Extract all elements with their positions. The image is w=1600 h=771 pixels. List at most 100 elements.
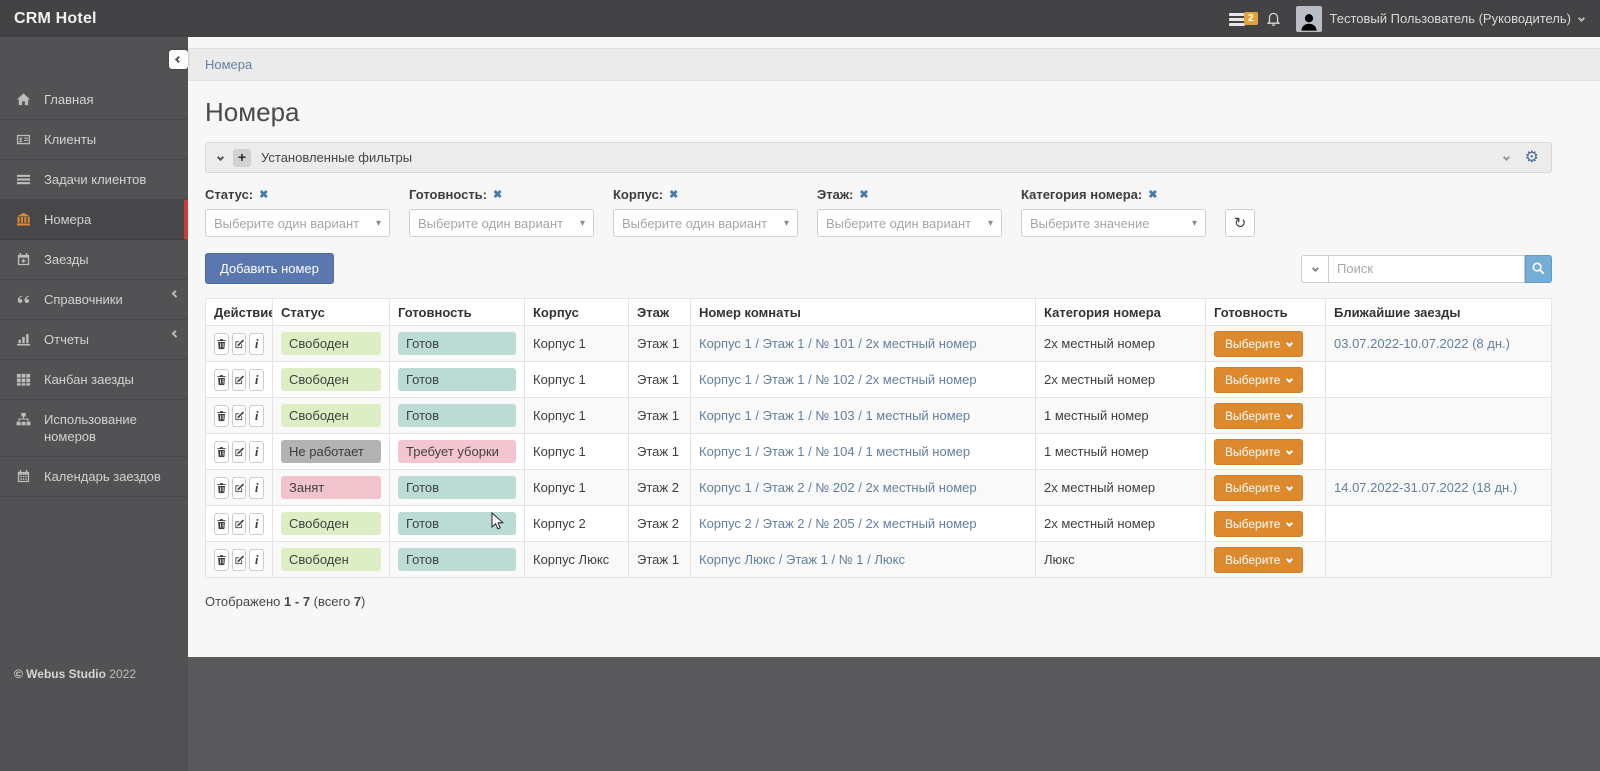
chevron-down-icon[interactable]	[1502, 153, 1510, 162]
readiness-select-button[interactable]: Выберите	[1214, 366, 1304, 393]
search-input[interactable]	[1329, 254, 1525, 283]
info-icon: i	[254, 371, 259, 387]
room-link[interactable]: Корпус 1 / Этаж 1 / № 104 / 1 местный но…	[699, 444, 970, 459]
sidebar-item[interactable]: Использование номеров	[0, 400, 188, 457]
column-header[interactable]: Статус	[272, 298, 390, 326]
info-button[interactable]: i	[249, 512, 265, 535]
column-header[interactable]: Этаж	[628, 298, 691, 326]
edit-button[interactable]	[231, 440, 247, 463]
info-button[interactable]: i	[249, 332, 265, 355]
readiness-select-button[interactable]: Выберите	[1214, 474, 1304, 501]
readiness-cell: Готов	[389, 325, 525, 362]
readiness-select-button[interactable]: Выберите	[1214, 510, 1304, 537]
sidebar-item[interactable]: Задачи клиентов	[0, 160, 188, 200]
room-link[interactable]: Корпус 1 / Этаж 1 / № 103 / 1 местный но…	[699, 408, 970, 423]
rooms-table: Действие Статус Готовность Корпус Этаж Н…	[205, 298, 1552, 578]
column-header[interactable]: Корпус	[524, 298, 629, 326]
breadcrumb-link[interactable]: Номера	[205, 57, 252, 72]
column-header[interactable]: Номер комнаты	[690, 298, 1036, 326]
delete-button[interactable]	[214, 476, 229, 499]
column-header[interactable]: Готовность	[389, 298, 525, 326]
filter-select[interactable]: Выберите один вариант ▾	[409, 209, 594, 237]
user-menu[interactable]: Тестовый Пользователь (Руководитель)	[1295, 5, 1586, 32]
delete-button[interactable]	[214, 548, 229, 571]
room-cell: Корпус 1 / Этаж 1 / № 104 / 1 местный но…	[690, 433, 1036, 470]
info-icon: i	[254, 515, 259, 531]
sidebar-item[interactable]: Клиенты	[0, 120, 188, 160]
readiness-select-button[interactable]: Выберите	[1214, 402, 1304, 429]
column-header[interactable]: Ближайшие заезды	[1325, 298, 1552, 326]
trash-icon	[216, 482, 227, 494]
sidebar-item[interactable]: Номера	[0, 200, 188, 240]
info-button[interactable]: i	[249, 440, 265, 463]
info-button[interactable]: i	[249, 476, 265, 499]
readiness-badge: Готов	[398, 404, 516, 427]
edit-button[interactable]	[231, 476, 247, 499]
search-options-button[interactable]	[1301, 254, 1329, 283]
floor-cell: Этаж 2	[628, 505, 691, 542]
add-room-button[interactable]: Добавить номер	[205, 253, 334, 284]
column-header[interactable]: Действие	[205, 298, 273, 326]
caret-down-icon: ▾	[987, 217, 993, 229]
sidebar-item[interactable]: Отчеты	[0, 320, 188, 360]
room-link[interactable]: Корпус 1 / Этаж 1 / № 102 / 2х местный н…	[699, 372, 977, 387]
filter-select[interactable]: Выберите один вариант ▾	[205, 209, 390, 237]
actions-cell: i	[205, 325, 273, 362]
filter-select[interactable]: Выберите значение ▾	[1021, 209, 1206, 237]
refresh-button[interactable]: ↻	[1225, 209, 1255, 237]
delete-button[interactable]	[214, 368, 229, 391]
edit-button[interactable]	[231, 368, 247, 391]
clear-filter-icon[interactable]: ✖	[259, 188, 268, 201]
notifications-bell-icon[interactable]	[1265, 10, 1282, 27]
add-filter-icon[interactable]: +	[233, 148, 251, 167]
column-header[interactable]: Готовность	[1205, 298, 1326, 326]
sidebar-collapse-button[interactable]	[169, 50, 188, 69]
status-cell: Свободен	[272, 397, 390, 434]
menu-toggle-icon[interactable]: 2	[1228, 11, 1258, 27]
edit-button[interactable]	[231, 332, 247, 355]
room-link[interactable]: Корпус 2 / Этаж 2 / № 205 / 2х местный н…	[699, 516, 977, 531]
gear-icon[interactable]: ⚙	[1525, 149, 1539, 166]
delete-button[interactable]	[214, 440, 229, 463]
room-link[interactable]: Корпус 1 / Этаж 2 / № 202 / 2х местный н…	[699, 480, 977, 495]
sidebar-item[interactable]: Главная	[0, 80, 188, 120]
info-button[interactable]: i	[249, 368, 265, 391]
status-badge: Не работает	[281, 440, 381, 463]
search-button[interactable]	[1525, 254, 1552, 283]
delete-button[interactable]	[214, 404, 229, 427]
sidebar-item[interactable]: Календарь заездов	[0, 457, 188, 497]
nearest-checkin-link[interactable]: 14.07.2022-31.07.2022 (18 дн.)	[1334, 480, 1517, 495]
clear-filter-icon[interactable]: ✖	[669, 188, 678, 201]
sidebar-item[interactable]: Канбан заезды	[0, 360, 188, 400]
edit-icon	[234, 482, 245, 494]
delete-button[interactable]	[214, 512, 229, 535]
sidebar-item[interactable]: Заезды	[0, 240, 188, 280]
readiness-select-button[interactable]: Выберите	[1214, 330, 1304, 357]
sidebar-item[interactable]: Справочники	[0, 280, 188, 320]
info-button[interactable]: i	[249, 548, 265, 571]
clear-filter-icon[interactable]: ✖	[493, 188, 502, 201]
sidebar-item-label: Отчеты	[44, 332, 89, 347]
clear-filter-icon[interactable]: ✖	[1148, 188, 1157, 201]
readiness-select-button[interactable]: Выберите	[1214, 546, 1304, 573]
filter-field: Статус: ✖ Выберите один вариант ▾	[205, 187, 390, 237]
floor-cell: Этаж 2	[628, 469, 691, 506]
room-link[interactable]: Корпус Люкс / Этаж 1 / № 1 / Люкс	[699, 552, 905, 567]
table-row: i Свободен Готов Корпус 1 Этаж 1 Корпус …	[205, 397, 1552, 434]
filter-select[interactable]: Выберите один вариант ▾	[613, 209, 798, 237]
room-link[interactable]: Корпус 1 / Этаж 1 / № 101 / 2х местный н…	[699, 336, 977, 351]
clear-filter-icon[interactable]: ✖	[859, 188, 868, 201]
nearest-checkin-link[interactable]: 03.07.2022-10.07.2022 (8 дн.)	[1334, 336, 1510, 351]
delete-button[interactable]	[214, 332, 229, 355]
filter-select[interactable]: Выберите один вариант ▾	[817, 209, 1002, 237]
edit-button[interactable]	[231, 404, 247, 427]
sidebar-menu: Главная Клиенты Задачи клиентов Номера З…	[0, 80, 188, 497]
edit-button[interactable]	[231, 548, 247, 571]
column-header[interactable]: Категория номера	[1035, 298, 1206, 326]
readiness-select-button[interactable]: Выберите	[1214, 438, 1304, 465]
info-button[interactable]: i	[249, 404, 265, 427]
filters-panel-header[interactable]: + Установленные фильтры ⚙	[205, 142, 1552, 173]
readiness-cell: Готов	[389, 469, 525, 506]
edit-button[interactable]	[231, 512, 247, 535]
collapse-filters-icon[interactable]	[216, 153, 225, 162]
